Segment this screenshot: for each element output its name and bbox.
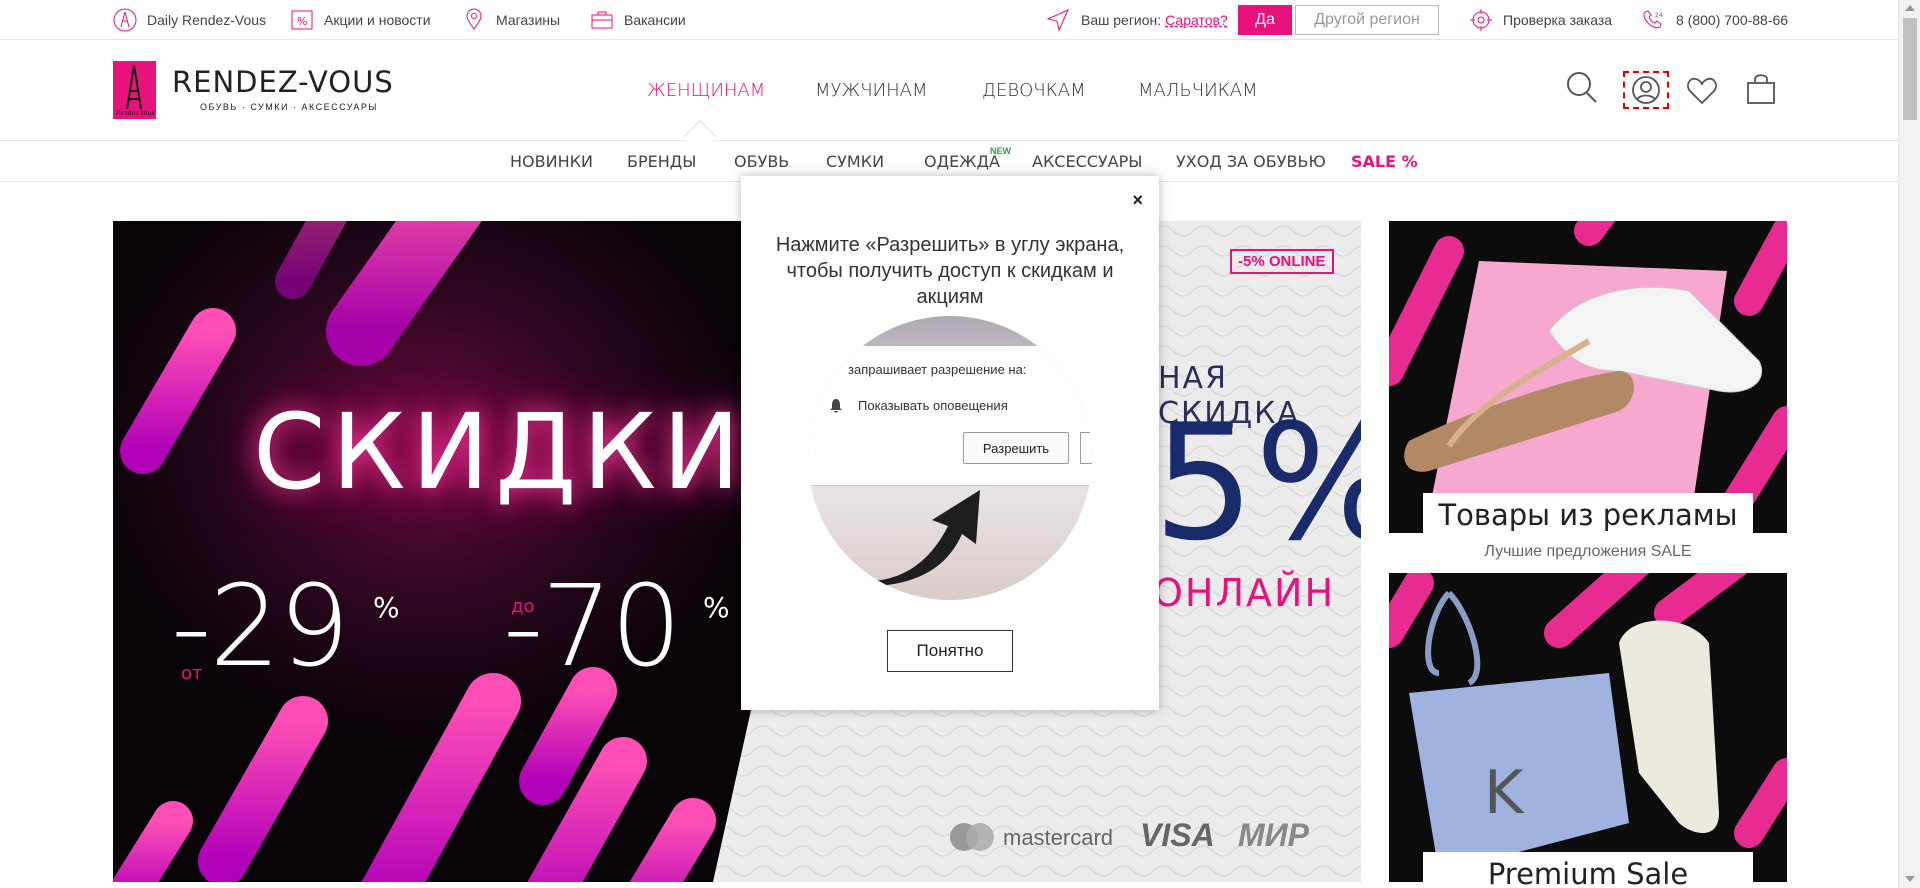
banner-from-label: от (181, 663, 203, 684)
order-check-label: Проверка заказа (1503, 12, 1613, 28)
region-yes-button[interactable]: Да (1238, 5, 1292, 35)
wishlist-button[interactable] (1686, 75, 1718, 110)
phone-number: 8 (800) 700-88-66 (1676, 12, 1789, 28)
subnav-shoe-care[interactable]: УХОД ЗА ОБУВЬЮ (1176, 152, 1326, 171)
vacancies-label: Вакансии (624, 12, 686, 28)
banner-to-value: -70 (503, 562, 682, 692)
notification-popup: × Нажмите «Разрешить» в углу экрана, что… (741, 176, 1159, 710)
promo-image-bag: K (1389, 573, 1787, 882)
subnav-clothes[interactable]: ОДЕЖДА (924, 152, 1000, 171)
new-badge: NEW (990, 146, 1011, 156)
scroll-thumb[interactable] (1903, 18, 1917, 120)
bag-boots-image: K (1389, 573, 1787, 873)
permission-allow-mock-button: Разрешить (963, 432, 1069, 464)
svg-text:%: % (297, 15, 307, 28)
popup-message: Нажмите «Разрешить» в углу экрана, чтобы… (775, 234, 1125, 308)
hero-banner[interactable]: -5% ONLINE НАЯ СКИДКА 5% ОНЛАЙН masterca… (113, 221, 1361, 882)
popup-ok-button[interactable]: Понятно (887, 630, 1013, 672)
daily-label: Daily Rendez-Vous (147, 12, 267, 28)
nav-women[interactable]: ЖЕНЩИНАМ (647, 80, 765, 101)
page: Daily Rendez-Vous % Акции и новости Мага… (0, 0, 1920, 888)
subnav-brands[interactable]: БРЕНДЫ (627, 152, 696, 171)
permission-dialog-mock: запрашивает разрешение на: Показывать оп… (808, 346, 1092, 486)
phone-24-icon: 24 (1643, 10, 1663, 29)
header: Rendez-Vous RENDEZ-VOUS ОБУВЬ · СУМКИ · … (0, 41, 1898, 154)
region-value-link[interactable]: Саратов? (1165, 12, 1228, 28)
subnav-new[interactable]: НОВИНКИ (510, 152, 593, 171)
promo-title-premium: Premium Sale (1423, 852, 1753, 888)
search-icon (1567, 72, 1597, 103)
subnav-bags[interactable]: СУМКИ (826, 152, 884, 171)
daily-link[interactable]: Daily Rendez-Vous (113, 8, 266, 32)
shoes-image (1389, 221, 1787, 533)
subnav-sale[interactable]: SALE % (1351, 152, 1418, 171)
permission-item-text: Показывать оповещения (858, 398, 1008, 413)
account-button[interactable] (1623, 71, 1669, 109)
percent-tag-icon: % (291, 10, 313, 30)
user-icon (1632, 76, 1660, 104)
promos-label: Акции и новости (324, 12, 431, 28)
neon-background (113, 221, 859, 882)
promos-link[interactable]: % Акции и новости (290, 8, 431, 32)
region-prompt: Ваш регион: Саратов? (1045, 8, 1228, 32)
nav-boys[interactable]: МАЛЬЧИКАМ (1138, 80, 1258, 101)
eiffel-logo-icon: Rendez-Vous (115, 64, 154, 117)
subnav-shoes[interactable]: ОБУВЬ (734, 152, 789, 171)
scroll-up-arrow[interactable] (1905, 5, 1915, 11)
nav-girls[interactable]: ДЕВОЧКАМ (982, 80, 1086, 101)
subnav-accessories[interactable]: АКСЕССУАРЫ (1032, 152, 1142, 171)
banner-to-label: до (511, 596, 535, 617)
svg-text:K: K (1484, 758, 1525, 828)
region-label: Ваш регион: (1081, 12, 1162, 28)
promo-title-ads: Товары из рекламы (1423, 493, 1753, 537)
scroll-down-arrow[interactable] (1905, 876, 1915, 882)
stores-label: Магазины (496, 12, 561, 28)
permission-request-text: запрашивает разрешение на: (848, 362, 1027, 377)
briefcase-icon (591, 11, 613, 29)
phone-link[interactable]: 24 8 (800) 700-88-66 (1640, 8, 1788, 32)
promo-subtitle-ads: Лучшие предложения SALE (1484, 543, 1692, 560)
promo-image-shoes (1389, 221, 1787, 533)
target-icon (1470, 9, 1492, 31)
logo-name[interactable]: RENDEZ-VOUS (172, 65, 394, 99)
page-scrollbar[interactable] (1898, 0, 1920, 888)
stores-link[interactable]: Магазины (462, 8, 560, 32)
order-check-link[interactable]: Проверка заказа (1469, 8, 1612, 32)
curved-arrow-icon (868, 490, 980, 586)
eiffel-icon (113, 8, 137, 32)
logo-mark[interactable]: Rendez-Vous (113, 61, 156, 119)
location-arrow-icon (1046, 9, 1069, 32)
cart-button[interactable] (1746, 73, 1776, 110)
map-pin-icon (466, 8, 482, 30)
svg-text:24: 24 (1655, 12, 1663, 19)
logo-tagline: ОБУВЬ · СУМКИ · АКСЕССУАРЫ (200, 102, 378, 112)
banner-headline: СКИДКИ (253, 391, 747, 513)
vacancies-link[interactable]: Вакансии (590, 8, 686, 32)
bag-icon (1747, 74, 1775, 104)
svg-text:Rendez-Vous: Rendez-Vous (115, 110, 154, 117)
popup-close-button[interactable]: × (1132, 190, 1143, 211)
banner-from-percent: % (373, 591, 400, 624)
search-button[interactable] (1566, 71, 1598, 110)
bell-icon (830, 399, 842, 413)
permission-block-mock-button (1080, 432, 1092, 464)
popup-illustration: запрашивает разрешение на: Показывать оп… (808, 316, 1092, 600)
banner-to-percent: % (703, 591, 730, 624)
other-region-button[interactable]: Другой регион (1295, 5, 1439, 35)
top-bar: Daily Rendez-Vous % Акции и новости Мага… (0, 0, 1898, 40)
nav-men[interactable]: МУЖЧИНАМ (815, 80, 928, 101)
banner-sale-part: СКИДКИ -29 от % -70 до % (113, 221, 1361, 882)
heart-icon (1687, 77, 1717, 105)
